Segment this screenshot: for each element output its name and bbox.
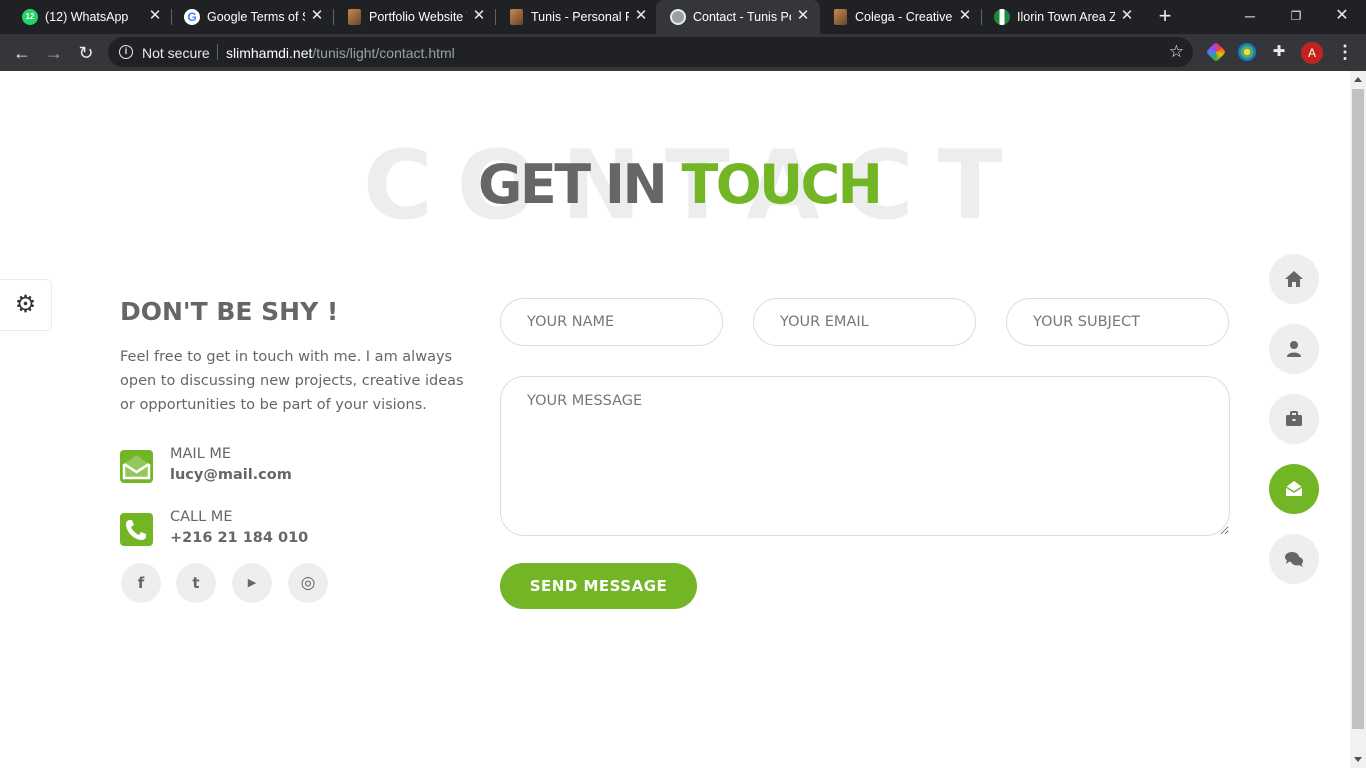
close-tab-icon[interactable]: ✕ xyxy=(308,7,326,25)
page-content: CONTACT GET IN TOUCH ⚙ DON'T BE SHY ! Fe… xyxy=(0,71,1350,768)
reload-icon[interactable]: ↻ xyxy=(73,40,99,66)
close-tab-icon[interactable]: ✕ xyxy=(632,7,650,25)
page-scrollbar[interactable] xyxy=(1350,71,1366,768)
tab-title: Google Terms of Se xyxy=(207,10,305,24)
nav-about-button[interactable] xyxy=(1269,324,1319,374)
new-tab-icon[interactable]: + xyxy=(1154,5,1176,27)
intro-text: Feel free to get in touch with me. I am … xyxy=(120,349,464,413)
scroll-down-icon[interactable] xyxy=(1354,757,1362,762)
browser-toolbar: ← → ↻ i Not secure slimhamdi.net/tunis/l… xyxy=(0,34,1366,71)
tab-ilorin[interactable]: Ilorin Town Area Zi ✕ xyxy=(980,0,1144,34)
briefcase-icon xyxy=(1286,411,1302,426)
dribbble-icon: ◎ xyxy=(300,573,316,593)
mail-value[interactable]: lucy@mail.com xyxy=(170,467,292,483)
page-title-dark: GET IN xyxy=(478,153,682,216)
gear-icon: ⚙ xyxy=(14,291,37,318)
tab-tunis-personal[interactable]: Tunis - Personal Po ✕ xyxy=(494,0,658,34)
youtube-button[interactable]: ▶ xyxy=(232,563,272,603)
globe-icon xyxy=(670,9,686,25)
youtube-icon: ▶ xyxy=(247,576,257,589)
tab-title: Contact - Tunis Pe xyxy=(693,10,791,24)
tab-title: (12) WhatsApp xyxy=(45,10,129,24)
book-icon xyxy=(348,9,361,25)
nav-blog-button[interactable] xyxy=(1269,534,1319,584)
page-title: GET IN TOUCH xyxy=(478,153,883,216)
extensions-puzzle-icon[interactable]: ✚ xyxy=(1270,43,1288,61)
envelope-open-icon xyxy=(120,450,153,483)
forward-icon[interactable]: → xyxy=(41,40,67,66)
extension-color-icon[interactable] xyxy=(1205,41,1227,63)
nav-home-button[interactable] xyxy=(1269,254,1319,304)
tab-whatsapp[interactable]: 12 (12) WhatsApp ✕ xyxy=(8,0,172,34)
tab-title: Colega - Creative P xyxy=(855,10,953,24)
envelope-open-icon xyxy=(1285,481,1303,496)
user-icon xyxy=(1287,341,1301,357)
close-tab-icon[interactable]: ✕ xyxy=(1118,7,1136,25)
url-text[interactable]: slimhamdi.net/tunis/light/contact.html xyxy=(226,45,455,61)
facebook-icon: f xyxy=(137,574,145,592)
call-value[interactable]: +216 21 184 010 xyxy=(170,530,308,546)
extension-eye-icon[interactable] xyxy=(1238,43,1256,61)
nav-contact-button[interactable] xyxy=(1269,464,1319,514)
scroll-thumb[interactable] xyxy=(1352,89,1364,729)
url-path: /tunis/light/contact.html xyxy=(312,45,455,61)
twitter-button[interactable]: t xyxy=(176,563,216,603)
close-tab-icon[interactable]: ✕ xyxy=(470,7,488,25)
browser-menu-icon[interactable]: ⋮ xyxy=(1336,42,1354,64)
security-label[interactable]: Not secure xyxy=(142,45,210,61)
tab-google-terms[interactable]: G Google Terms of Se ✕ xyxy=(170,0,334,34)
name-input[interactable] xyxy=(500,298,723,346)
nav-portfolio-button[interactable] xyxy=(1269,394,1319,444)
scroll-up-icon[interactable] xyxy=(1354,77,1362,82)
page-title-accent: TOUCH xyxy=(681,153,882,216)
twitter-icon: t xyxy=(192,574,200,592)
comments-icon xyxy=(1285,552,1303,567)
message-textarea[interactable] xyxy=(500,376,1230,536)
close-tab-icon[interactable]: ✕ xyxy=(146,7,164,25)
dribbble-button[interactable]: ◎ xyxy=(288,563,328,603)
nigeria-flag-icon xyxy=(994,9,1010,25)
call-label: CALL ME xyxy=(170,509,233,525)
settings-gear-button[interactable]: ⚙ xyxy=(0,279,52,331)
phone-icon xyxy=(120,513,153,546)
browser-tab-strip: 12 (12) WhatsApp ✕ G Google Terms of Se … xyxy=(0,0,1366,34)
url-host: slimhamdi.net xyxy=(226,45,313,61)
minimize-icon[interactable]: ─ xyxy=(1230,3,1270,29)
address-bar[interactable]: i Not secure slimhamdi.net/tunis/light/c… xyxy=(108,37,1193,67)
tab-portfolio-website[interactable]: Portfolio Website T ✕ xyxy=(332,0,496,34)
close-tab-icon[interactable]: ✕ xyxy=(794,7,812,25)
back-icon[interactable]: ← xyxy=(9,40,35,66)
address-divider xyxy=(217,44,218,60)
bookmark-star-icon[interactable]: ☆ xyxy=(1169,42,1184,62)
whatsapp-icon: 12 xyxy=(22,9,38,25)
tab-title: Ilorin Town Area Zi xyxy=(1017,10,1115,24)
window-close-icon[interactable]: ✕ xyxy=(1322,3,1362,29)
intro-title: DON'T BE SHY ! xyxy=(120,297,339,326)
profile-avatar[interactable]: A xyxy=(1301,42,1323,64)
tab-title: Portfolio Website T xyxy=(369,10,467,24)
email-input[interactable] xyxy=(753,298,976,346)
send-message-button[interactable]: SEND MESSAGE xyxy=(500,563,697,609)
google-icon: G xyxy=(184,9,200,25)
mail-label: MAIL ME xyxy=(170,446,232,462)
book-icon xyxy=(510,9,523,25)
restore-icon[interactable]: ❐ xyxy=(1276,3,1316,29)
close-tab-icon[interactable]: ✕ xyxy=(956,7,974,25)
facebook-button[interactable]: f xyxy=(121,563,161,603)
home-icon xyxy=(1285,271,1303,287)
tab-contact-active[interactable]: Contact - Tunis Pe ✕ xyxy=(656,0,820,34)
tab-title: Tunis - Personal Po xyxy=(531,10,629,24)
subject-input[interactable] xyxy=(1006,298,1229,346)
book-icon xyxy=(834,9,847,25)
info-icon[interactable]: i xyxy=(119,45,133,59)
tab-colega[interactable]: Colega - Creative P ✕ xyxy=(818,0,982,34)
